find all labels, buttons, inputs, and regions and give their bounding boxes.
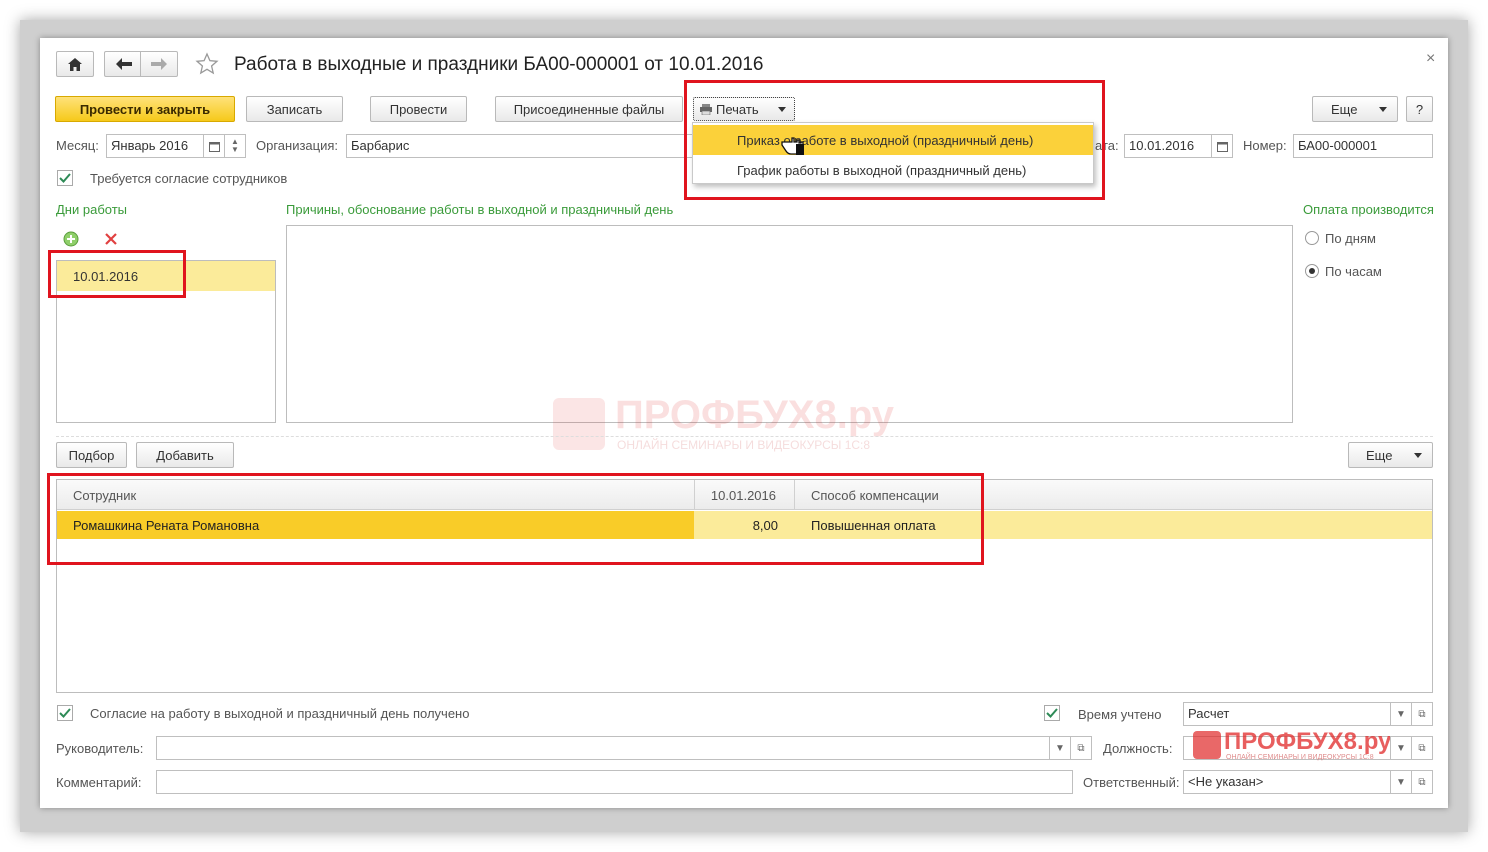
column-divider (794, 480, 795, 510)
manager-label: Руководитель: (56, 741, 144, 756)
list-item[interactable]: 10.01.2016 (57, 261, 275, 291)
table-more-button[interactable]: Еще (1348, 442, 1433, 468)
back-button[interactable] (104, 51, 142, 77)
forward-button[interactable] (140, 51, 178, 77)
stepper-down-icon: ▼ (231, 145, 239, 154)
radio-by-days[interactable] (1305, 231, 1319, 245)
page-title: Работа в выходные и праздники БА00-00000… (234, 54, 764, 75)
arrow-right-icon (151, 58, 167, 70)
watermark-subtext: ОНЛАЙН СЕМИНАРЫ И ВИДЕОКУРСЫ 1С:8 (617, 438, 871, 452)
print-button-label: Печать (716, 101, 759, 117)
dropdown-arrow-icon[interactable]: ▼ (1390, 702, 1412, 726)
select-button[interactable]: Подбор (56, 442, 127, 468)
payment-title: Оплата производится (1303, 202, 1434, 217)
position-label: Должность: (1103, 741, 1173, 756)
print-button[interactable]: Печать (693, 97, 795, 121)
work-days-list: 10.01.2016 (56, 260, 276, 423)
radio-by-hours[interactable] (1305, 264, 1319, 278)
chevron-down-icon (778, 107, 786, 112)
printer-icon (700, 103, 712, 115)
checkmark-icon (59, 173, 71, 183)
divider (56, 436, 1433, 437)
save-button[interactable]: Записать (246, 96, 343, 122)
time-counted-label: Время учтено (1078, 707, 1162, 722)
number-input[interactable]: БА00-000001 (1293, 134, 1433, 158)
open-icon[interactable]: ⧉ (1411, 736, 1433, 760)
consent-received-checkbox[interactable] (57, 705, 73, 721)
table-more-label: Еще (1366, 447, 1393, 463)
responsible-label: Ответственный: (1083, 775, 1180, 790)
open-icon[interactable]: ⧉ (1411, 702, 1433, 726)
compensation-cell: Повышенная оплата (811, 518, 936, 533)
dropdown-arrow-icon[interactable]: ▼ (1049, 736, 1071, 760)
table-row[interactable]: Ромашкина Рената Романовна 8,00 Повышенн… (57, 511, 1432, 539)
menu-item-schedule[interactable]: График работы в выходной (праздничный де… (693, 155, 1093, 185)
date-label: ата: (1095, 138, 1119, 153)
post-and-close-button[interactable]: Провести и закрыть (55, 96, 235, 122)
organization-input[interactable]: Барбарис (346, 134, 696, 158)
radio-by-hours-label: По часам (1325, 264, 1382, 279)
consent-received-label: Согласие на работу в выходной и празднич… (90, 706, 470, 721)
work-days-title: Дни работы (56, 202, 128, 217)
column-header-date[interactable]: 10.01.2016 (694, 488, 776, 503)
post-button[interactable]: Провести (370, 96, 467, 122)
add-day-icon[interactable] (63, 231, 79, 250)
help-button[interactable]: ? (1406, 96, 1433, 122)
comment-input[interactable] (156, 770, 1073, 794)
checkmark-icon (59, 708, 71, 718)
radio-by-days-label: По дням (1325, 231, 1376, 246)
reasons-title: Причины, обоснование работы в выходной и… (286, 202, 674, 217)
time-counted-select[interactable]: Расчет (1183, 702, 1391, 726)
consent-required-checkbox[interactable] (57, 170, 73, 186)
work-day-value: 10.01.2016 (73, 269, 139, 284)
close-icon[interactable]: × (1426, 50, 1435, 68)
watermark-text: ПРОФБУХ8.ру (615, 393, 894, 437)
calendar-icon[interactable] (203, 134, 225, 158)
month-input[interactable]: Январь 2016 (106, 134, 204, 158)
attached-files-button[interactable]: Присоединенные файлы (495, 96, 683, 122)
home-button[interactable] (56, 51, 94, 77)
arrow-left-icon (115, 58, 132, 70)
comment-label: Комментарий: (56, 775, 142, 790)
watermark-subtext-small: ОНЛАЙН СЕМИНАРЫ И ВИДЕОКУРСЫ 1С:8 (1226, 754, 1374, 761)
add-button[interactable]: Добавить (136, 442, 234, 468)
chevron-down-icon (1379, 107, 1387, 112)
watermark-logo-icon (1193, 731, 1221, 759)
month-label: Месяц: (56, 138, 99, 153)
hand-cursor-icon (780, 132, 806, 159)
responsible-select[interactable]: <Не указан> (1183, 770, 1391, 794)
watermark-logo-icon (553, 398, 605, 450)
print-menu: Приказ о работе в выходной (праздничный … (692, 122, 1094, 184)
menu-item-order[interactable]: Приказ о работе в выходной (праздничный … (693, 125, 1093, 155)
date-calendar-icon[interactable] (1211, 134, 1233, 158)
manager-input[interactable] (156, 736, 1050, 760)
table-header: Сотрудник 10.01.2016 Способ компенсации (57, 480, 1432, 510)
time-counted-checkbox[interactable] (1044, 705, 1060, 721)
column-header-compensation[interactable]: Способ компенсации (811, 488, 939, 503)
hours-cell: 8,00 (752, 518, 778, 533)
more-button-label: Еще (1331, 101, 1358, 117)
open-icon[interactable]: ⧉ (1411, 770, 1433, 794)
employee-name-cell: Ромашкина Рената Романовна (73, 518, 260, 533)
dropdown-arrow-icon[interactable]: ▼ (1390, 770, 1412, 794)
employees-table: Сотрудник 10.01.2016 Способ компенсации … (56, 479, 1433, 693)
column-header-employee[interactable]: Сотрудник (73, 488, 136, 503)
watermark-text-small: ПРОФБУХ8.ру (1224, 728, 1392, 755)
consent-required-label: Требуется согласие сотрудников (90, 171, 288, 186)
favorite-star-icon[interactable] (195, 52, 219, 79)
home-icon (68, 57, 82, 71)
month-stepper[interactable]: ▲ ▼ (224, 134, 246, 158)
date-input[interactable]: 10.01.2016 (1124, 134, 1212, 158)
open-icon[interactable]: ⧉ (1070, 736, 1092, 760)
checkmark-icon (1046, 708, 1058, 718)
more-button[interactable]: Еще (1312, 96, 1398, 122)
dropdown-arrow-icon[interactable]: ▼ (1390, 736, 1412, 760)
delete-day-icon[interactable] (105, 233, 117, 248)
chevron-down-icon (1414, 453, 1422, 458)
organization-label: Организация: (256, 138, 339, 153)
number-label: Номер: (1243, 138, 1287, 153)
